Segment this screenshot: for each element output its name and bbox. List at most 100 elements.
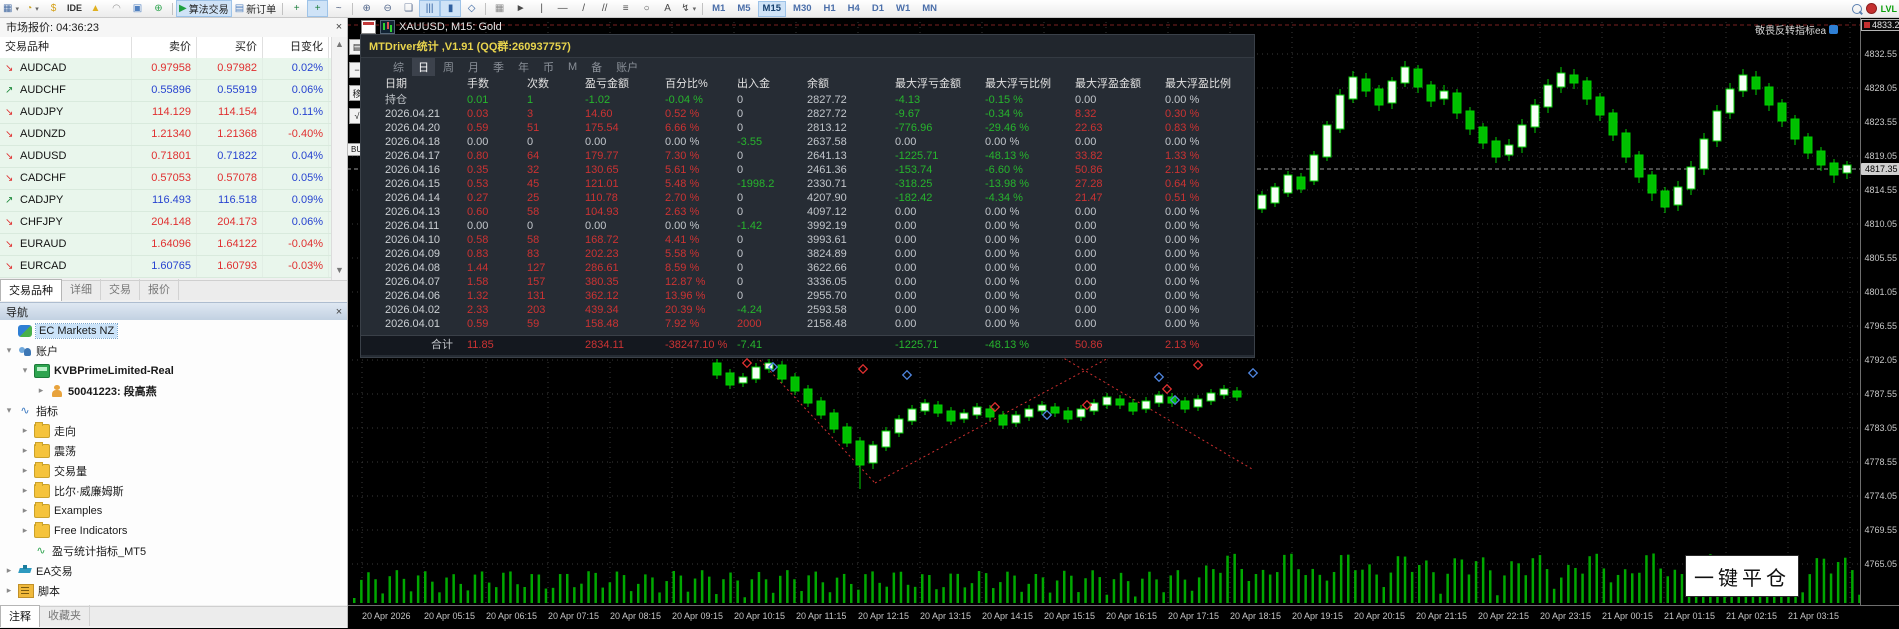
scroll-down-icon[interactable]: ▼ [332, 265, 347, 275]
tab-详细[interactable]: 详细 [62, 279, 101, 300]
timeframe-m5[interactable]: M5 [732, 1, 755, 17]
expander-icon[interactable]: ▸ [36, 385, 46, 396]
close-icon[interactable]: × [331, 306, 347, 318]
close-icon[interactable]: × [331, 21, 347, 33]
tree-item-13[interactable]: ▸ 脚本 [4, 581, 60, 600]
timeframe-mn[interactable]: MN [917, 1, 942, 17]
journal-icon[interactable]: ▲ [85, 0, 106, 17]
candles-mode-icon[interactable]: ▮ [440, 0, 462, 17]
tree-item-0[interactable]: EC Markets NZ [4, 321, 119, 340]
zoom-out-icon[interactable]: ⊖ [377, 0, 398, 17]
market-row-EURAUD[interactable]: ↘ EURAUD 1.64096 1.64122 -0.04% [0, 234, 332, 256]
market-row-AUDCAD[interactable]: ↘ AUDCAD 0.97958 0.97982 0.02% [0, 58, 332, 80]
chart-symbol-icon[interactable] [380, 20, 395, 34]
bars-mode-icon[interactable]: ||| [419, 0, 441, 17]
arrow-objects-icon[interactable]: ↯ ▾ [678, 0, 699, 17]
stats-tab-年[interactable]: 年 [512, 58, 535, 76]
expander-icon[interactable]: ▸ [20, 465, 30, 476]
timeframe-m30[interactable]: M30 [788, 1, 816, 17]
tree-item-9[interactable]: ▸ Examples [20, 501, 102, 520]
stats-tab-备[interactable]: 备 [585, 58, 608, 76]
tab-交易[interactable]: 交易 [101, 279, 140, 300]
indicator-icon[interactable] [1829, 25, 1839, 34]
expander-icon[interactable]: ▸ [20, 525, 30, 536]
text-tool-icon[interactable]: A [657, 0, 678, 17]
time-axis[interactable]: 20 Apr 2026 20 Apr 05:15 20 Apr 06:15 20 Ap… [347, 605, 1899, 629]
expander-icon[interactable]: ▸ [20, 505, 30, 516]
timeframe-m15[interactable]: M15 [757, 0, 787, 17]
column-header-1[interactable]: 卖价 [132, 37, 197, 58]
help-icon[interactable] [1865, 3, 1877, 14]
expander-icon[interactable]: ▸ [4, 565, 14, 576]
channel-icon[interactable]: // [594, 0, 615, 17]
community-icon[interactable]: ⊕ [148, 0, 169, 17]
tree-item-12[interactable]: ▸ EA交易 [4, 561, 73, 580]
wave-tool-icon[interactable]: ~ [328, 0, 349, 17]
zoom-in-icon[interactable]: ⊕ [356, 0, 377, 17]
expander-icon[interactable]: ▾ [4, 405, 14, 416]
tree-item-5[interactable]: ▸ 走向 [20, 421, 76, 440]
tree-item-7[interactable]: ▸ 交易量 [20, 461, 87, 480]
tab-交易品种[interactable]: 交易品种 [0, 279, 62, 301]
tree-item-8[interactable]: ▸ 比尔·威廉姆斯 [20, 481, 124, 500]
price-axis[interactable]: 4832.55 4828.05 4823.55 4819.05 4814.55 4810.… [1860, 17, 1899, 605]
market-row-AUDJPY[interactable]: ↘ AUDJPY 114.129 114.154 0.11% [0, 102, 332, 124]
market-row-AUDCHF[interactable]: ↗ AUDCHF 0.55896 0.55919 0.06% [0, 80, 332, 102]
tree-item-2[interactable]: ▾ KVBPrimeLimited-Real [20, 361, 174, 380]
crosshair-sync-icon[interactable]: + [307, 0, 329, 17]
vertical-line-icon[interactable]: | [531, 0, 552, 17]
new-order-button[interactable]: ▤ 新订单 [232, 0, 279, 17]
column-header-0[interactable]: 交易品种 [0, 37, 132, 58]
tab-注释[interactable]: 注释 [0, 605, 40, 627]
market-row-AUDUSD[interactable]: ↘ AUDUSD 0.71801 0.71822 0.04% [0, 146, 332, 168]
close-all-positions-button[interactable]: 一键平仓 [1685, 555, 1799, 597]
new-chart-icon[interactable]: ▦ ▾ [0, 0, 22, 17]
stats-tab-季[interactable]: 季 [487, 58, 510, 76]
search-icon[interactable] [1851, 3, 1862, 14]
tree-item-3[interactable]: ▸ 50041223: 段高燕 [36, 381, 157, 400]
market-row-AUDNZD[interactable]: ↘ AUDNZD 1.21340 1.21368 -0.40% [0, 124, 332, 146]
ide-button[interactable]: IDE [64, 0, 85, 17]
market-row-CHFJPY[interactable]: ↘ CHFJPY 204.148 204.173 0.06% [0, 212, 332, 234]
market-row-EURCAD[interactable]: ↘ EURCAD 1.60765 1.60793 -0.03% [0, 256, 332, 278]
cursor-tool-icon[interactable]: ► [510, 0, 531, 17]
line-mode-icon[interactable]: ◇ [461, 0, 482, 17]
column-header-3[interactable]: 日变化 [263, 37, 329, 58]
timeframe-h4[interactable]: H4 [843, 1, 865, 17]
expander-icon[interactable]: ▸ [20, 485, 30, 496]
timeframe-d1[interactable]: D1 [867, 1, 889, 17]
stats-tab-账户[interactable]: 账户 [610, 58, 644, 76]
scroll-up-icon[interactable]: ▲ [332, 39, 347, 49]
tree-item-4[interactable]: ▾ ∿ 指标 [4, 401, 58, 420]
tree-item-10[interactable]: ▸ Free Indicators [20, 521, 127, 540]
vps-icon[interactable]: ▣ [127, 0, 148, 17]
tab-收藏夹[interactable]: 收藏夹 [40, 605, 90, 626]
stats-tab-月[interactable]: 月 [462, 58, 485, 76]
expander-icon[interactable]: ▸ [20, 445, 30, 456]
stats-panel[interactable]: MTDriver统计 ,V1.91 (QQ群:260937757) 综日周月季年… [360, 34, 1255, 358]
stats-panel-title[interactable]: MTDriver统计 ,V1.91 (QQ群:260937757) [361, 35, 1254, 58]
horizontal-line-icon[interactable]: — [552, 0, 573, 17]
expander-icon[interactable]: ▾ [4, 345, 14, 356]
crosshair-icon[interactable]: + [286, 0, 307, 17]
profiles-icon[interactable]: ◔ ▾ [22, 0, 43, 17]
market-row-CADJPY[interactable]: ↗ CADJPY 116.493 116.518 0.09% [0, 190, 332, 212]
market-watch-scrollbar[interactable]: ▲ ▼ [331, 37, 347, 280]
deposit-icon[interactable]: $ [43, 0, 64, 17]
signals-icon[interactable]: ◠ [106, 0, 127, 17]
tree-item-1[interactable]: ▾ 账户 [4, 341, 58, 360]
fibonacci-icon[interactable]: ≡ [615, 0, 636, 17]
stats-tab-M[interactable]: M [562, 60, 583, 74]
stats-tab-日[interactable]: 日 [412, 58, 435, 76]
shapes-icon[interactable]: ○ [636, 0, 657, 17]
stats-tab-综[interactable]: 综 [387, 58, 410, 76]
expander-icon[interactable]: ▸ [20, 425, 30, 436]
stats-tab-周[interactable]: 周 [437, 58, 460, 76]
timeframe-m1[interactable]: M1 [707, 1, 730, 17]
expander-icon[interactable]: ▸ [4, 585, 14, 596]
stats-tab-币[interactable]: 币 [537, 58, 560, 76]
algo-trading-button[interactable]: ▶ 算法交易 [175, 0, 232, 17]
column-header-2[interactable]: 买价 [197, 37, 263, 58]
trendline-icon[interactable]: / [573, 0, 594, 17]
expander-icon[interactable]: ▾ [20, 365, 30, 376]
